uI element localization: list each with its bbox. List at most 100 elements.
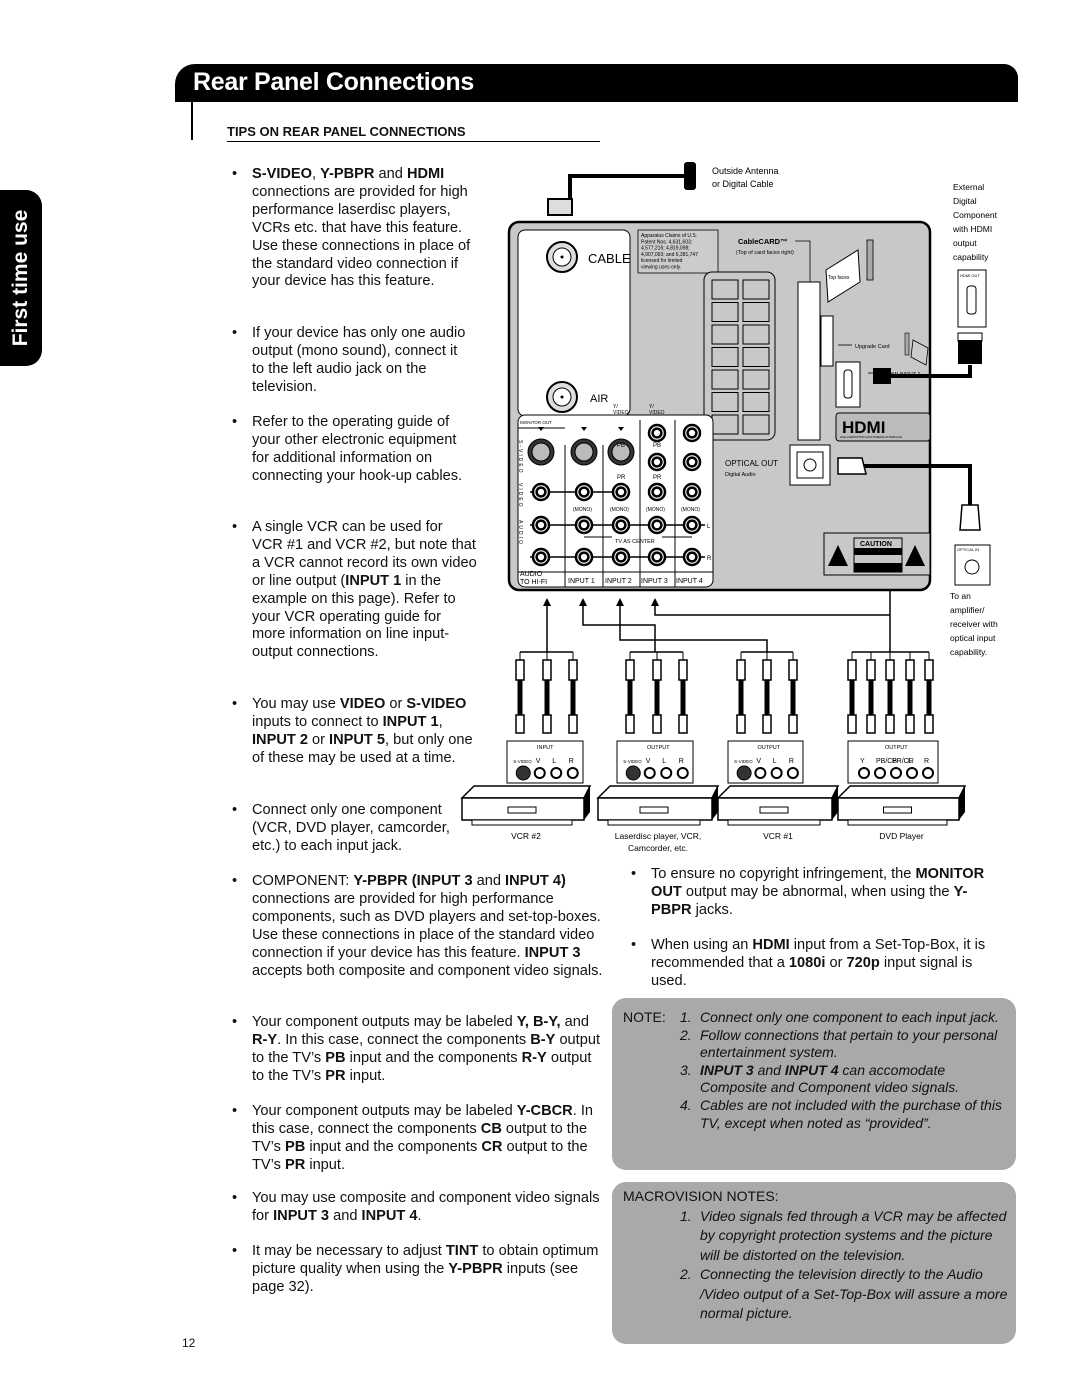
macrovision-box: MACROVISION NOTES: 1. Video signals fed t… <box>612 1182 1016 1344</box>
note-heading: NOTE: <box>623 1009 666 1025</box>
text-segment: INPUT 4 <box>361 1207 418 1224</box>
page-number: 12 <box>182 1336 196 1350</box>
diagram-label: capability. <box>950 647 987 657</box>
card-contact <box>711 302 739 322</box>
diagram-label: TO HI-FI <box>520 579 547 586</box>
text-segment: HDMI <box>406 166 445 182</box>
diagram-label: with HDMI <box>952 224 992 234</box>
text-segment: Refer to the operating guide of your oth… <box>252 414 463 484</box>
plug-icon <box>736 714 746 734</box>
text-segment: INPUT 2 <box>252 731 308 748</box>
plug-icon <box>515 714 525 734</box>
diagram-label: To an <box>950 591 971 601</box>
optical-in-label: OPTICAL IN <box>957 547 979 552</box>
plug-icon <box>866 659 876 681</box>
text-segment: Y-PBPR <box>353 873 408 889</box>
note-item: 2. Follow connections that pertain to you… <box>680 1027 1008 1062</box>
text-segment: Y, B-Y, <box>516 1014 561 1030</box>
text-segment: Connecting the television directly to th… <box>700 1266 1008 1322</box>
diagram-label: 4,577,216; 4,819,098; <box>641 246 690 252</box>
card-contact <box>711 369 739 390</box>
text-segment: input. <box>305 1156 346 1173</box>
text-segment: INPUT 1 <box>345 572 402 589</box>
text-segment: S-VIDEO <box>252 166 313 182</box>
page-title: Rear Panel Connections <box>193 68 474 96</box>
diagram-label: OUTPUT <box>758 745 781 751</box>
text-segment: . <box>417 1207 422 1224</box>
rca-jack-icon <box>647 547 667 567</box>
tip-bullet: • A single VCR can be used for VCR #1 and… <box>232 519 477 662</box>
tip-bullet: • You may use VIDEO or S-VIDEO inputs to … <box>232 696 477 768</box>
plug-icon <box>885 659 895 681</box>
plug-icon <box>542 659 552 681</box>
tip-bullet: • Refer to the operating guide of your ot… <box>232 414 477 486</box>
diagram-label: L <box>662 758 666 765</box>
digital-audio-label: Digital Audio <box>725 472 756 478</box>
text-segment: Y-PBPR <box>448 1260 503 1277</box>
text-segment: input and the components <box>345 1049 522 1066</box>
text-segment: COMPONENT: <box>252 873 354 889</box>
macrovision-heading: MACROVISION NOTES: <box>623 1188 779 1204</box>
text-segment: or <box>385 696 407 712</box>
text-segment: PB <box>284 1138 306 1155</box>
diagram-label: Y <box>860 758 865 765</box>
note-number: 2. <box>680 1026 692 1043</box>
text-segment: connections are provided for high perfor… <box>252 183 471 290</box>
note-number: 1. <box>680 1208 692 1224</box>
text-segment: Video signals fed through a VCR may be a… <box>700 1208 1007 1263</box>
plug-icon <box>924 714 934 734</box>
diagram-label: VIDEO <box>649 410 665 416</box>
rca-jack-icon <box>574 482 594 502</box>
rca-jack-icon <box>531 515 551 535</box>
diagram-label: AUDIO <box>520 571 543 578</box>
rca-jack-icon <box>682 423 702 443</box>
text-segment: INPUT 4) <box>505 873 566 889</box>
card-contact <box>711 347 739 367</box>
text-segment: and <box>374 166 407 182</box>
diagram-label: PB <box>653 443 661 449</box>
air-label: AIR <box>590 393 608 405</box>
plug-icon <box>652 659 662 681</box>
card-contact <box>711 324 739 345</box>
cable-connector <box>547 198 573 216</box>
diagram-label: External <box>953 182 984 192</box>
diagram-label: MONITOR OUT <box>520 420 552 425</box>
text-segment: CB <box>480 1120 502 1137</box>
rca-jack-icon <box>574 515 594 535</box>
diagram-label: L <box>552 758 556 765</box>
diagram-label: INPUT 3 <box>641 578 668 585</box>
rear-panel-diagram: Outside Antenna or Digital Cable CABLE A… <box>460 162 998 853</box>
hdmi-plug <box>873 368 891 384</box>
text-segment: input and the components <box>305 1138 482 1155</box>
top-faces-label: Top faces <box>828 275 850 281</box>
antenna-label-2: or Digital Cable <box>712 179 774 189</box>
diagram-label: (MONO) <box>681 507 700 513</box>
tip-bullet: • Your component outputs may be labeled Y… <box>232 1014 604 1086</box>
diagram-label: V <box>646 758 651 765</box>
diagram-label: PB <box>617 443 625 449</box>
card-contact <box>711 392 739 412</box>
diagram-label: OUTPUT <box>647 745 670 751</box>
text-segment: Connect only one component (VCR, DVD pla… <box>252 802 450 854</box>
plug-icon <box>652 714 662 734</box>
diagram-label: Laserdisc player, VCR, <box>615 831 701 841</box>
text-segment: INPUT 1 <box>382 713 439 730</box>
plug-icon <box>788 714 798 734</box>
device-3: OUTPUTY PB/CBPR/CRL RDVD Player <box>836 652 967 841</box>
text-segment: If your device has only one audio output… <box>252 325 466 395</box>
diagram-label: output <box>953 238 977 248</box>
plug-icon <box>885 714 895 734</box>
text-segment: Cables are not included with the purchas… <box>700 1096 1002 1131</box>
text-segment: TINT <box>445 1243 479 1259</box>
bullet-dot: • <box>232 1190 238 1206</box>
header-rule <box>191 100 193 140</box>
diagram-label: R <box>924 758 929 765</box>
side-tab: First time use <box>0 190 42 366</box>
diagram-label: viewing uses only. <box>641 265 681 271</box>
plug-icon <box>515 659 525 681</box>
bullet-dot: • <box>232 414 238 430</box>
note-number: 4. <box>680 1096 692 1113</box>
tip-bullet: • S-VIDEO, Y-PBPR and HDMI connections ar… <box>232 166 472 291</box>
plug-icon <box>625 659 635 681</box>
bullet-dot: • <box>232 696 238 712</box>
